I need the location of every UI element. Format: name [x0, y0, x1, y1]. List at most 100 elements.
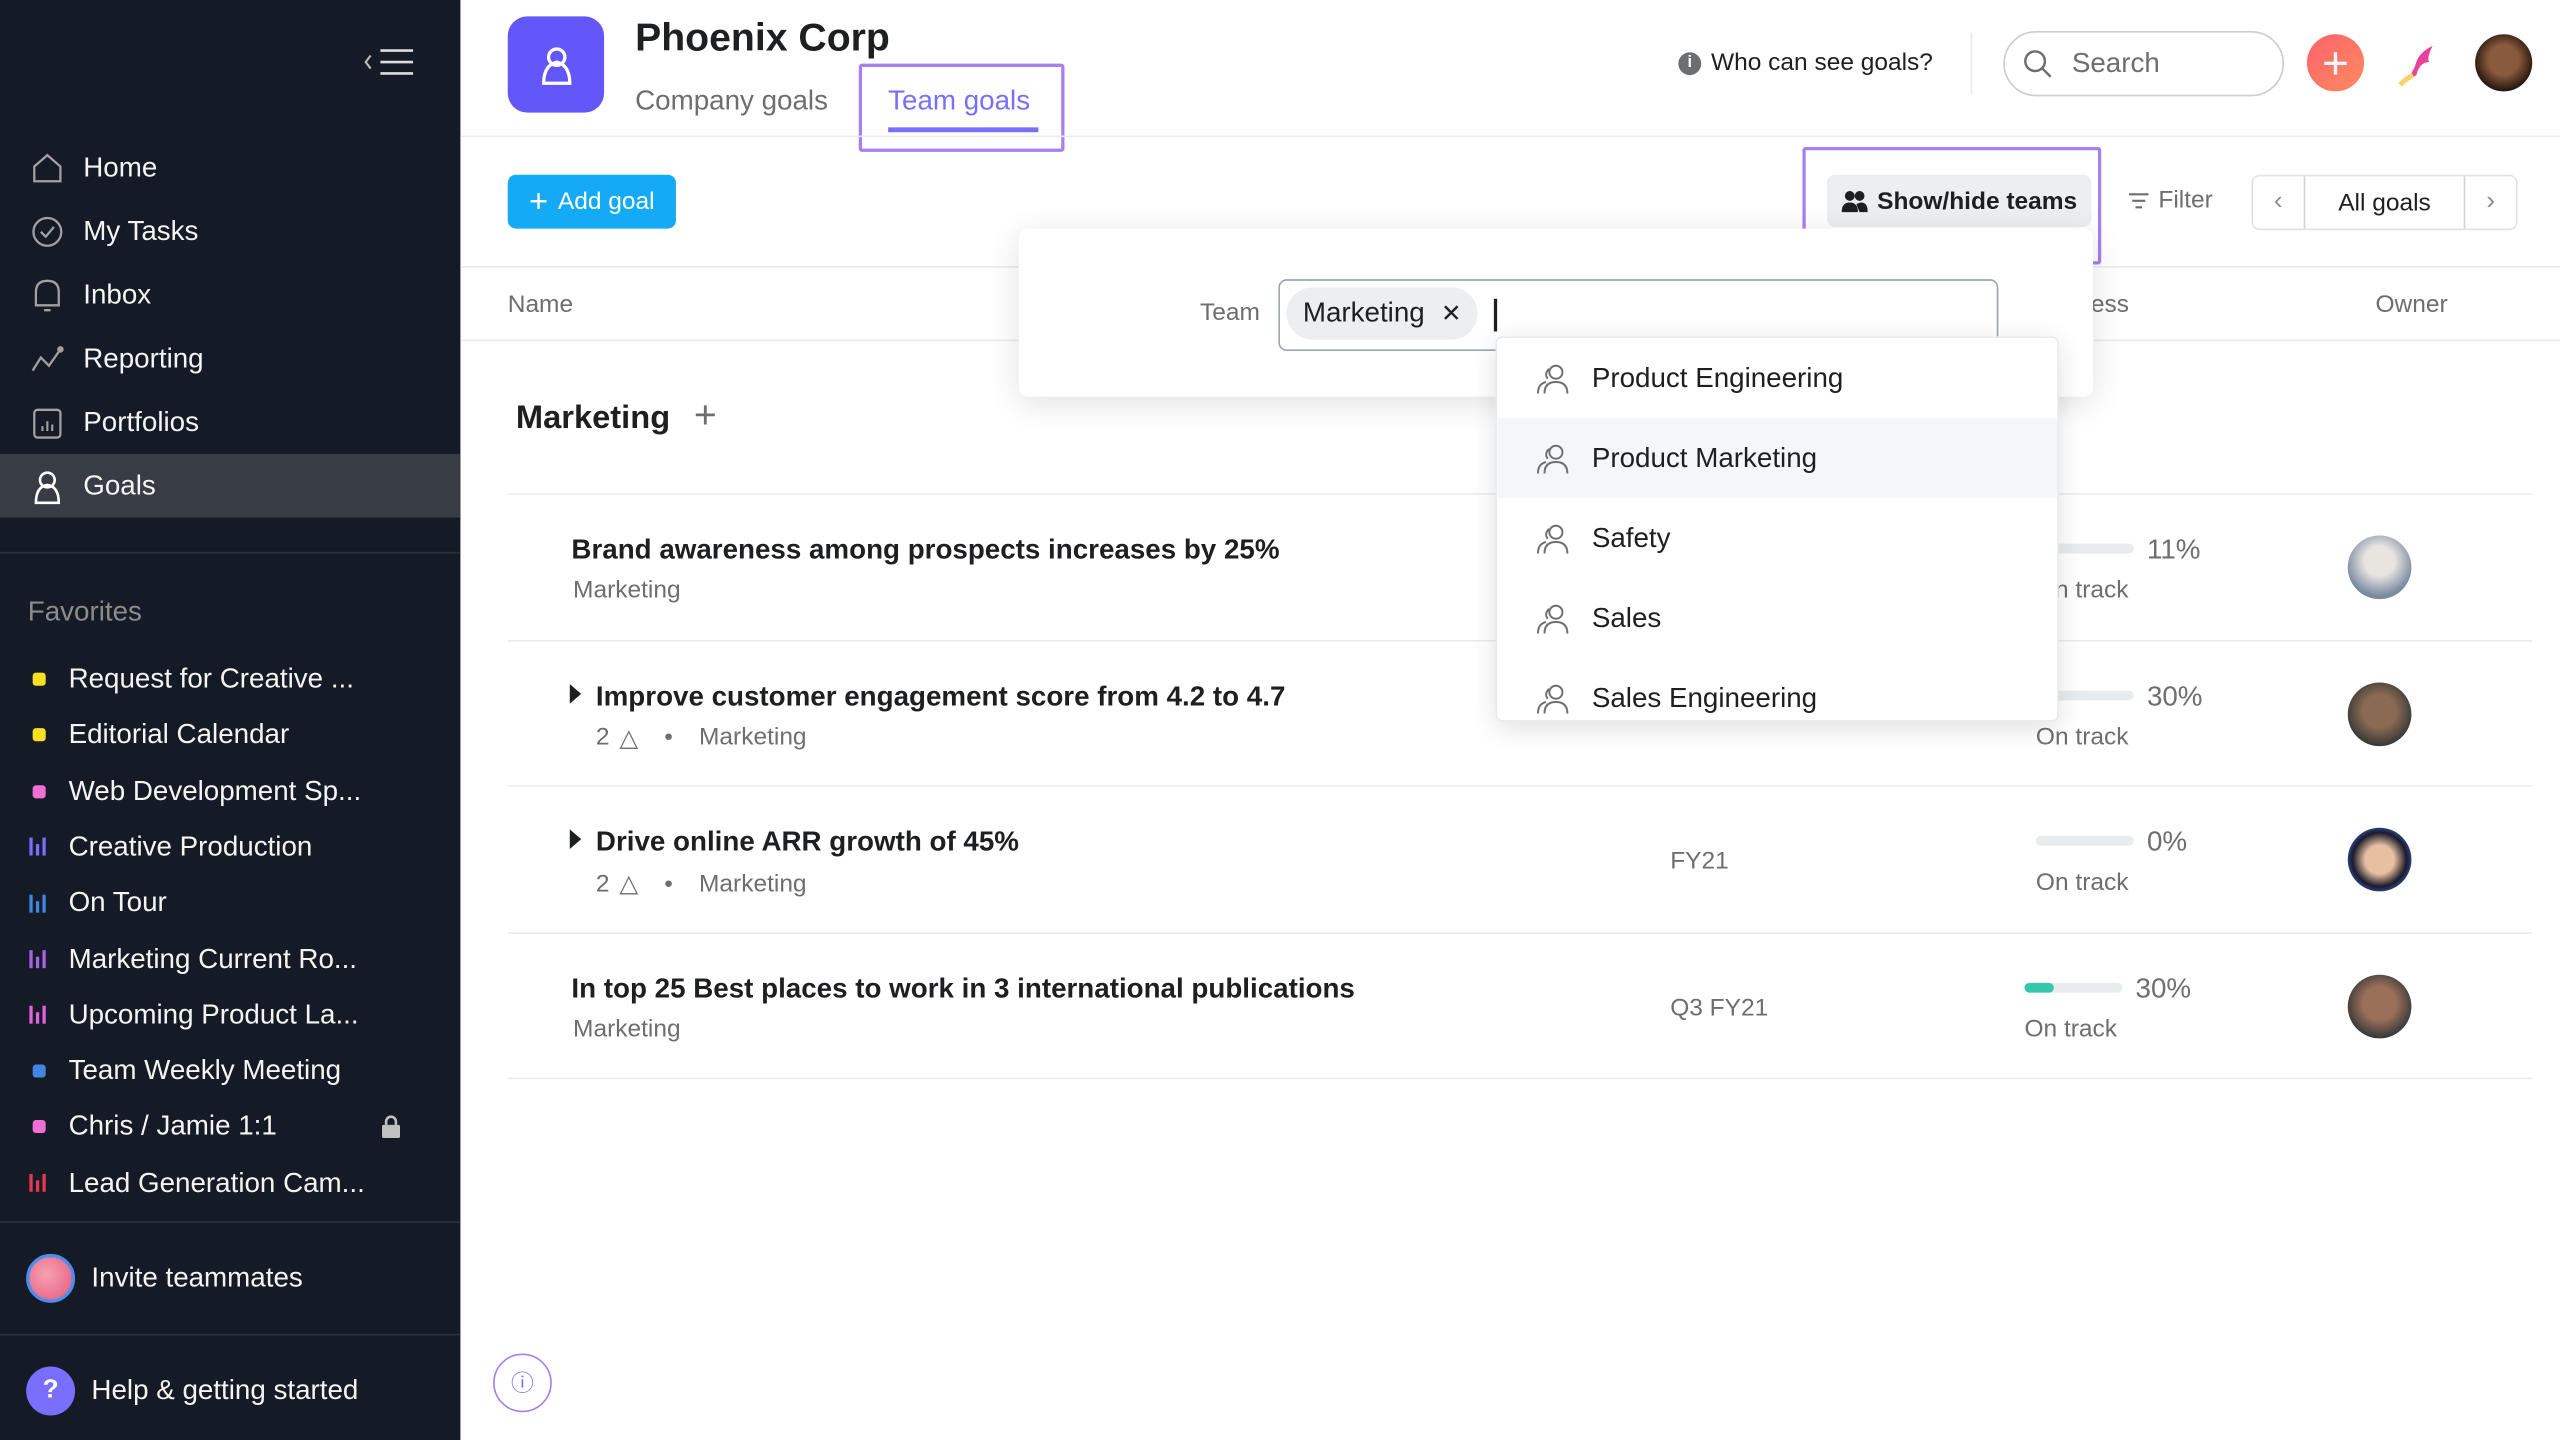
subgoal-count: 2: [595, 723, 610, 752]
lock-icon: [380, 1114, 401, 1147]
add-goal-button[interactable]: + Add goal: [507, 174, 676, 229]
team-option[interactable]: Product Marketing: [1497, 417, 2058, 498]
filter-button[interactable]: Filter: [2128, 186, 2213, 214]
team-icon: [1536, 522, 1569, 555]
subgoal-triangle-icon: △: [619, 724, 639, 752]
plus-icon: +: [529, 183, 549, 220]
user-avatar[interactable]: [2475, 34, 2533, 92]
owner-avatar[interactable]: [2347, 535, 2412, 600]
goal-team: Marketing: [573, 1014, 681, 1043]
header-divider: [460, 135, 2560, 138]
team-option-label: Product Engineering: [1591, 361, 1844, 393]
team-option[interactable]: Safety: [1497, 498, 2057, 578]
favorite-item[interactable]: Creative Production: [0, 819, 460, 875]
tab-company-goals[interactable]: Company goals: [635, 85, 828, 118]
team-option-label: Product Marketing: [1591, 441, 1818, 473]
favorite-item[interactable]: On Tour: [0, 875, 460, 931]
search-placeholder: Search: [2071, 47, 2160, 79]
goal-title[interactable]: Improve customer engagement score from 4…: [596, 680, 1285, 713]
sidebar-item-portfolios[interactable]: Portfolios: [0, 390, 460, 454]
sidebar-item-label: Portfolios: [83, 405, 199, 437]
column-owner[interactable]: Owner: [2376, 291, 2448, 319]
remove-chip-close-icon[interactable]: ✕: [1441, 299, 1462, 328]
phoenix-logo-icon: [2390, 39, 2442, 99]
divider: [1970, 32, 1973, 95]
sidebar-item-label: Home: [83, 151, 158, 183]
search-input[interactable]: Search: [2003, 31, 2285, 97]
sidebar-item-label: Inbox: [83, 278, 152, 310]
chevron-right-icon: ›: [2486, 187, 2496, 216]
progress-percent: 30%: [2146, 680, 2203, 712]
filter-label: Filter: [2158, 186, 2213, 214]
column-name[interactable]: Name: [508, 291, 573, 319]
sidebar-item-reporting[interactable]: Reporting: [0, 327, 460, 391]
project-color-dot-icon: [32, 728, 46, 742]
view-label[interactable]: All goals: [2303, 176, 2466, 229]
sidebar-item-home[interactable]: Home: [0, 136, 460, 200]
owner-avatar[interactable]: [2347, 827, 2412, 892]
chevron-left-icon: ‹: [2273, 187, 2283, 216]
filter-icon: [2128, 192, 2149, 208]
favorite-item[interactable]: Web Development Sp...: [0, 763, 460, 819]
favorite-label: Web Development Sp...: [68, 774, 362, 806]
favorite-item[interactable]: Editorial Calendar: [0, 707, 460, 763]
sidebar-item-label: Goals: [83, 469, 156, 501]
team-option-label: Sales: [1591, 601, 1662, 633]
team-option-label: Safety: [1591, 521, 1671, 553]
next-view-button[interactable]: ›: [2466, 176, 2516, 228]
portfolio-bars-icon: [29, 950, 49, 969]
sidebar-item-goals[interactable]: Goals: [0, 453, 461, 518]
goal-row[interactable]: In top 25 Best places to work in 3 inter…: [507, 931, 2533, 1078]
sidebar: Home My Tasks Inbox Reporting Portfolios Goal…: [0, 0, 461, 1440]
previous-view-button[interactable]: ‹: [2253, 176, 2303, 228]
help-button[interactable]: ? Help & getting started: [26, 1366, 359, 1416]
team-icon: [1536, 682, 1569, 715]
favorite-label: Creative Production: [68, 830, 313, 862]
owner-avatar[interactable]: [2347, 973, 2412, 1038]
bell-icon: [29, 277, 65, 313]
favorite-item[interactable]: Request for Creative ...: [0, 651, 460, 707]
collapse-sidebar-icon[interactable]: [362, 46, 414, 88]
team-label: Team: [1200, 298, 1260, 327]
expand-caret-icon[interactable]: [569, 683, 582, 703]
goal-time-period: FY21: [1670, 847, 1729, 876]
quick-add-button[interactable]: +: [2306, 34, 2365, 92]
favorite-item[interactable]: Upcoming Product La...: [0, 987, 460, 1043]
goal-status: On track: [2035, 722, 2129, 751]
team-option[interactable]: Product Engineering: [1497, 338, 2057, 418]
owner-avatar[interactable]: [2347, 681, 2412, 746]
invite-teammates-button[interactable]: Invite teammates: [26, 1253, 303, 1303]
info-circle-icon[interactable]: ⓘ: [493, 1353, 552, 1413]
goal-row[interactable]: Drive online ARR growth of 45% 2 △ • Marketi…: [507, 785, 2533, 932]
sidebar-item-inbox[interactable]: Inbox: [0, 263, 460, 327]
favorite-label: Upcoming Product La...: [68, 998, 359, 1030]
who-can-see-goals-link[interactable]: i Who can see goals?: [1678, 49, 1933, 77]
subgoal-triangle-icon: △: [619, 870, 639, 898]
progress-bar: [2035, 835, 2134, 846]
add-to-group-plus-icon[interactable]: +: [694, 393, 717, 439]
sidebar-item-my-tasks[interactable]: My Tasks: [0, 199, 460, 263]
team-option[interactable]: Sales Engineering: [1497, 658, 2057, 720]
subgoal-count: 2: [595, 869, 610, 898]
tab-team-goals[interactable]: Team goals: [888, 85, 1030, 118]
expand-caret-icon[interactable]: [569, 829, 582, 849]
goal-status: On track: [2035, 868, 2129, 897]
page-title: Phoenix Corp: [635, 16, 890, 61]
team-option[interactable]: Sales: [1497, 578, 2057, 658]
goal-title[interactable]: In top 25 Best places to work in 3 inter…: [571, 972, 1354, 1005]
show-hide-teams-button[interactable]: Show/hide teams: [1826, 174, 2092, 227]
team-icon: [1536, 362, 1569, 395]
goal-title[interactable]: Drive online ARR growth of 45%: [596, 826, 1019, 859]
favorite-item[interactable]: Team Weekly Meeting: [0, 1043, 460, 1099]
progress-percent: 30%: [2135, 972, 2192, 1004]
help-label: Help & getting started: [91, 1374, 359, 1406]
favorite-item[interactable]: Marketing Current Ro...: [0, 931, 460, 987]
invite-icon: [26, 1253, 76, 1303]
favorite-item[interactable]: Lead Generation Cam...: [0, 1155, 460, 1211]
portfolio-bars-icon: [29, 1006, 49, 1025]
favorite-item[interactable]: Chris / Jamie 1:1: [0, 1099, 460, 1155]
goal-title[interactable]: Brand awareness among prospects increase…: [571, 534, 1279, 567]
favorite-label: Team Weekly Meeting: [68, 1054, 342, 1086]
goals-app-icon: [507, 16, 605, 113]
help-icon: ?: [26, 1366, 76, 1416]
